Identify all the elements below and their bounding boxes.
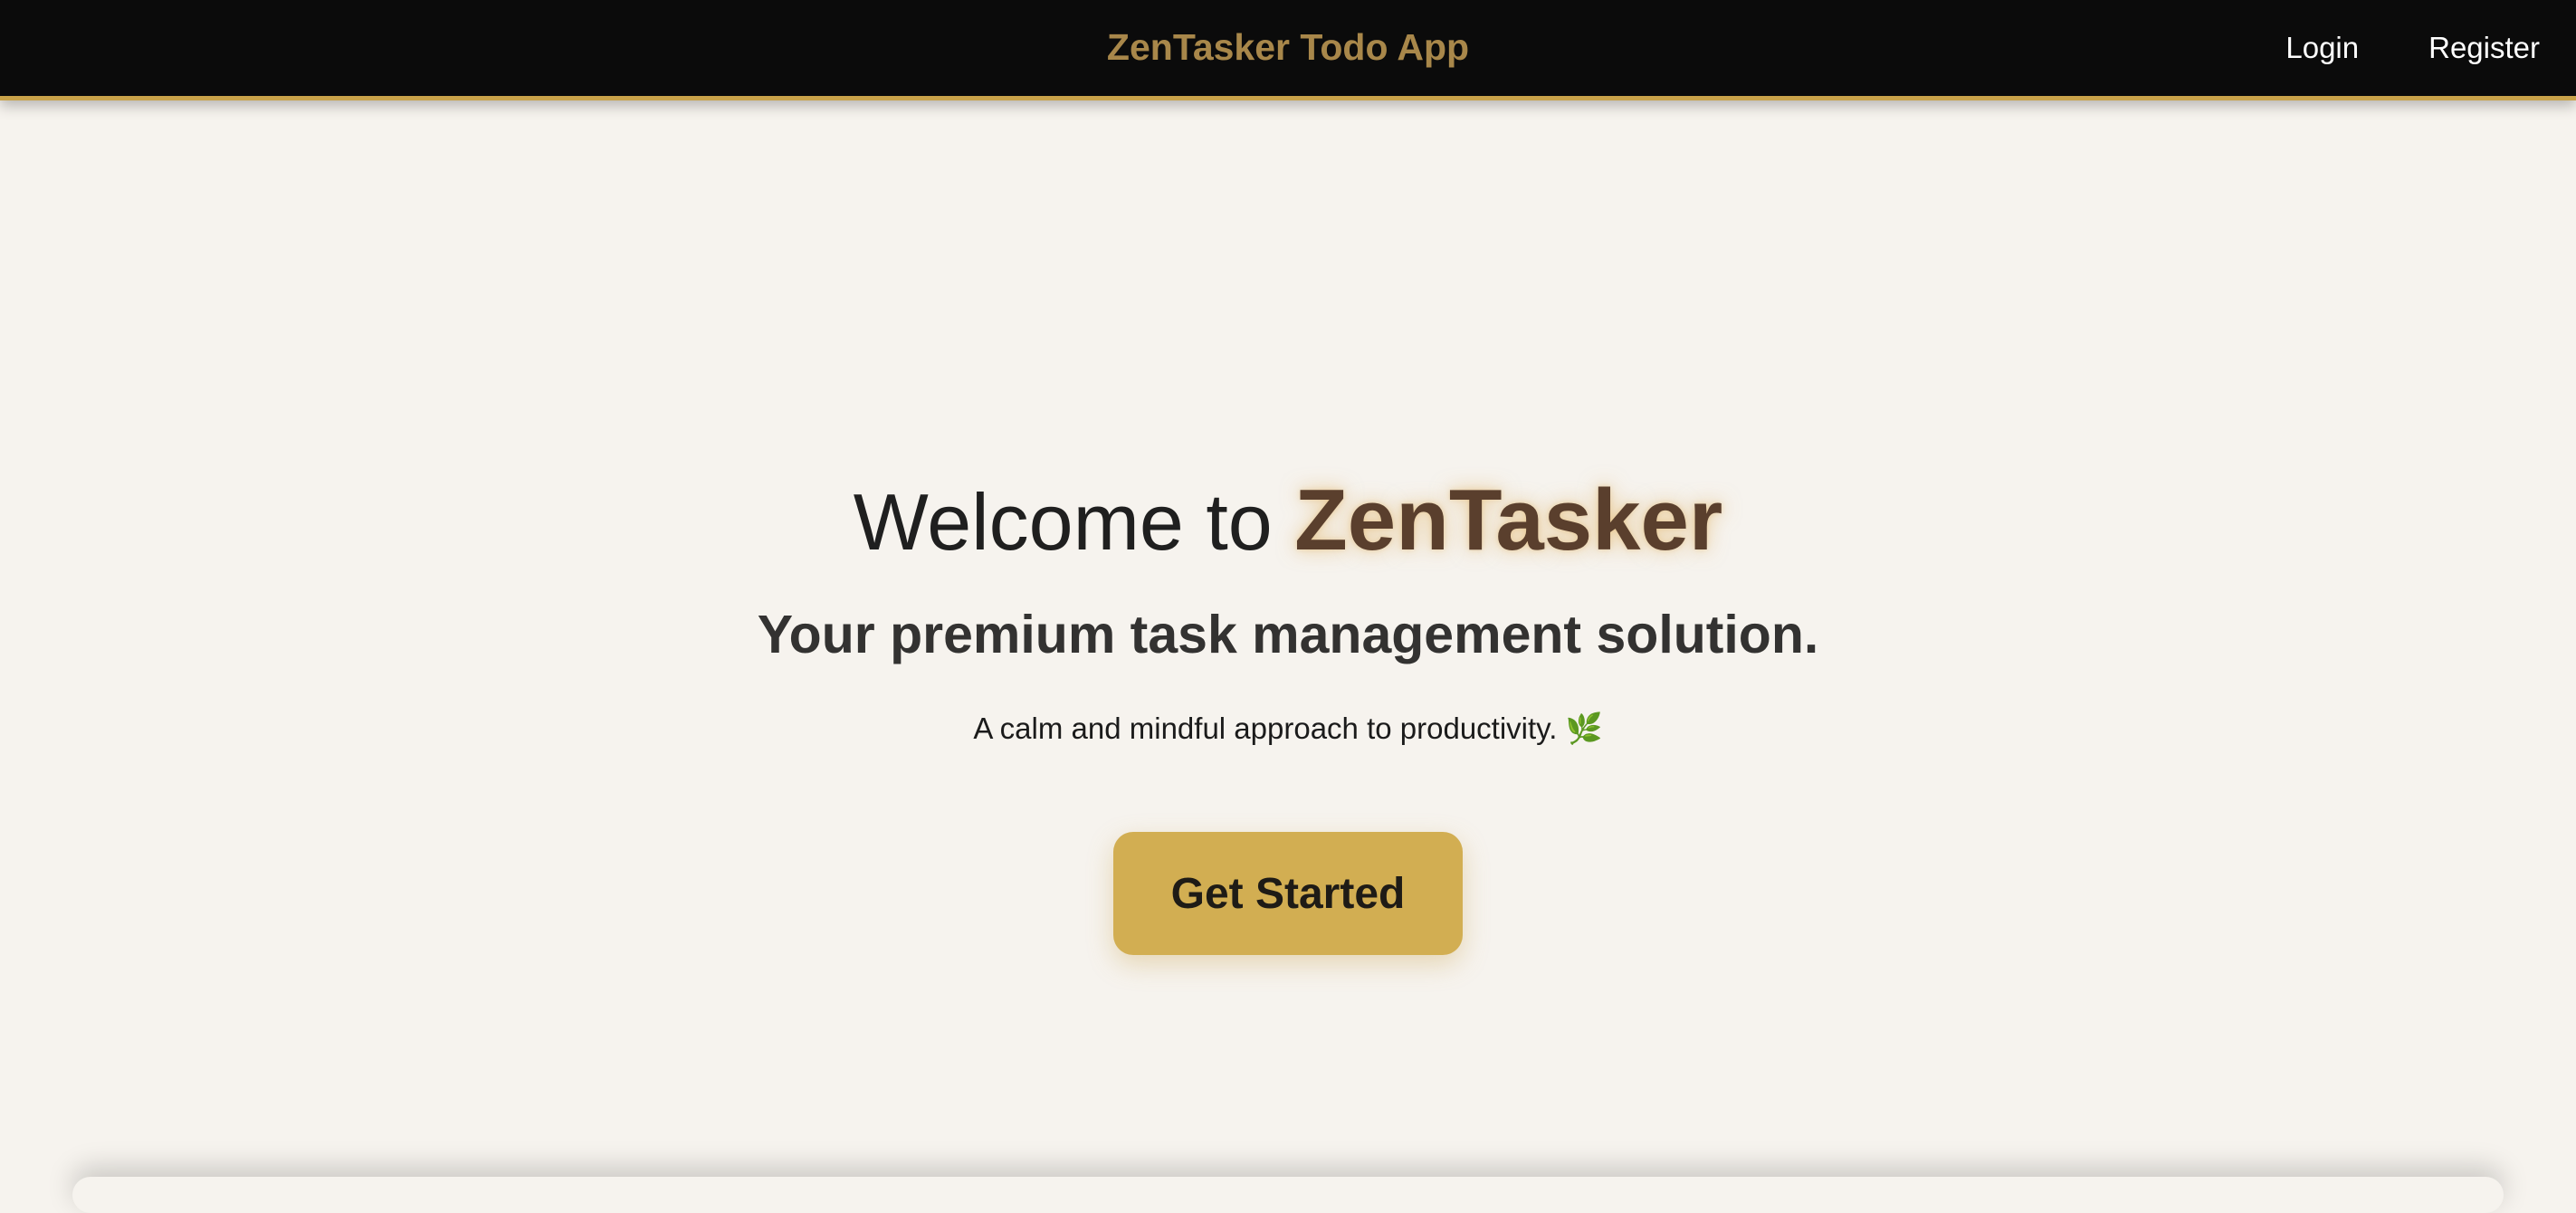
navbar-brand-text[interactable]: ZenTasker Todo App [1107,26,1469,68]
get-started-button[interactable]: Get Started [1113,832,1463,955]
hero-description: A calm and mindful approach to productiv… [0,709,2576,749]
navbar-brand: ZenTasker Todo App [0,0,2576,96]
hero-section: Welcome to ZenTasker Your premium task m… [0,466,2576,955]
hero-title-brand: ZenTasker [1294,472,1723,568]
leaf-icon: 🌿 [1565,712,1603,745]
login-link[interactable]: Login [2285,31,2359,65]
top-navbar: ZenTasker Todo App Login Register [0,0,2576,100]
hero-description-text: A calm and mindful approach to productiv… [973,712,1558,745]
bottom-panel-edge [72,1177,2504,1213]
hero-subtitle: Your premium task management solution. [757,605,1819,664]
register-link[interactable]: Register [2428,31,2540,65]
hero-title-prefix: Welcome to [853,477,1295,567]
nav-links: Login Register [2285,0,2576,96]
cta-wrapper: Get Started [0,832,2576,955]
hero-title: Welcome to ZenTasker [0,466,2576,577]
